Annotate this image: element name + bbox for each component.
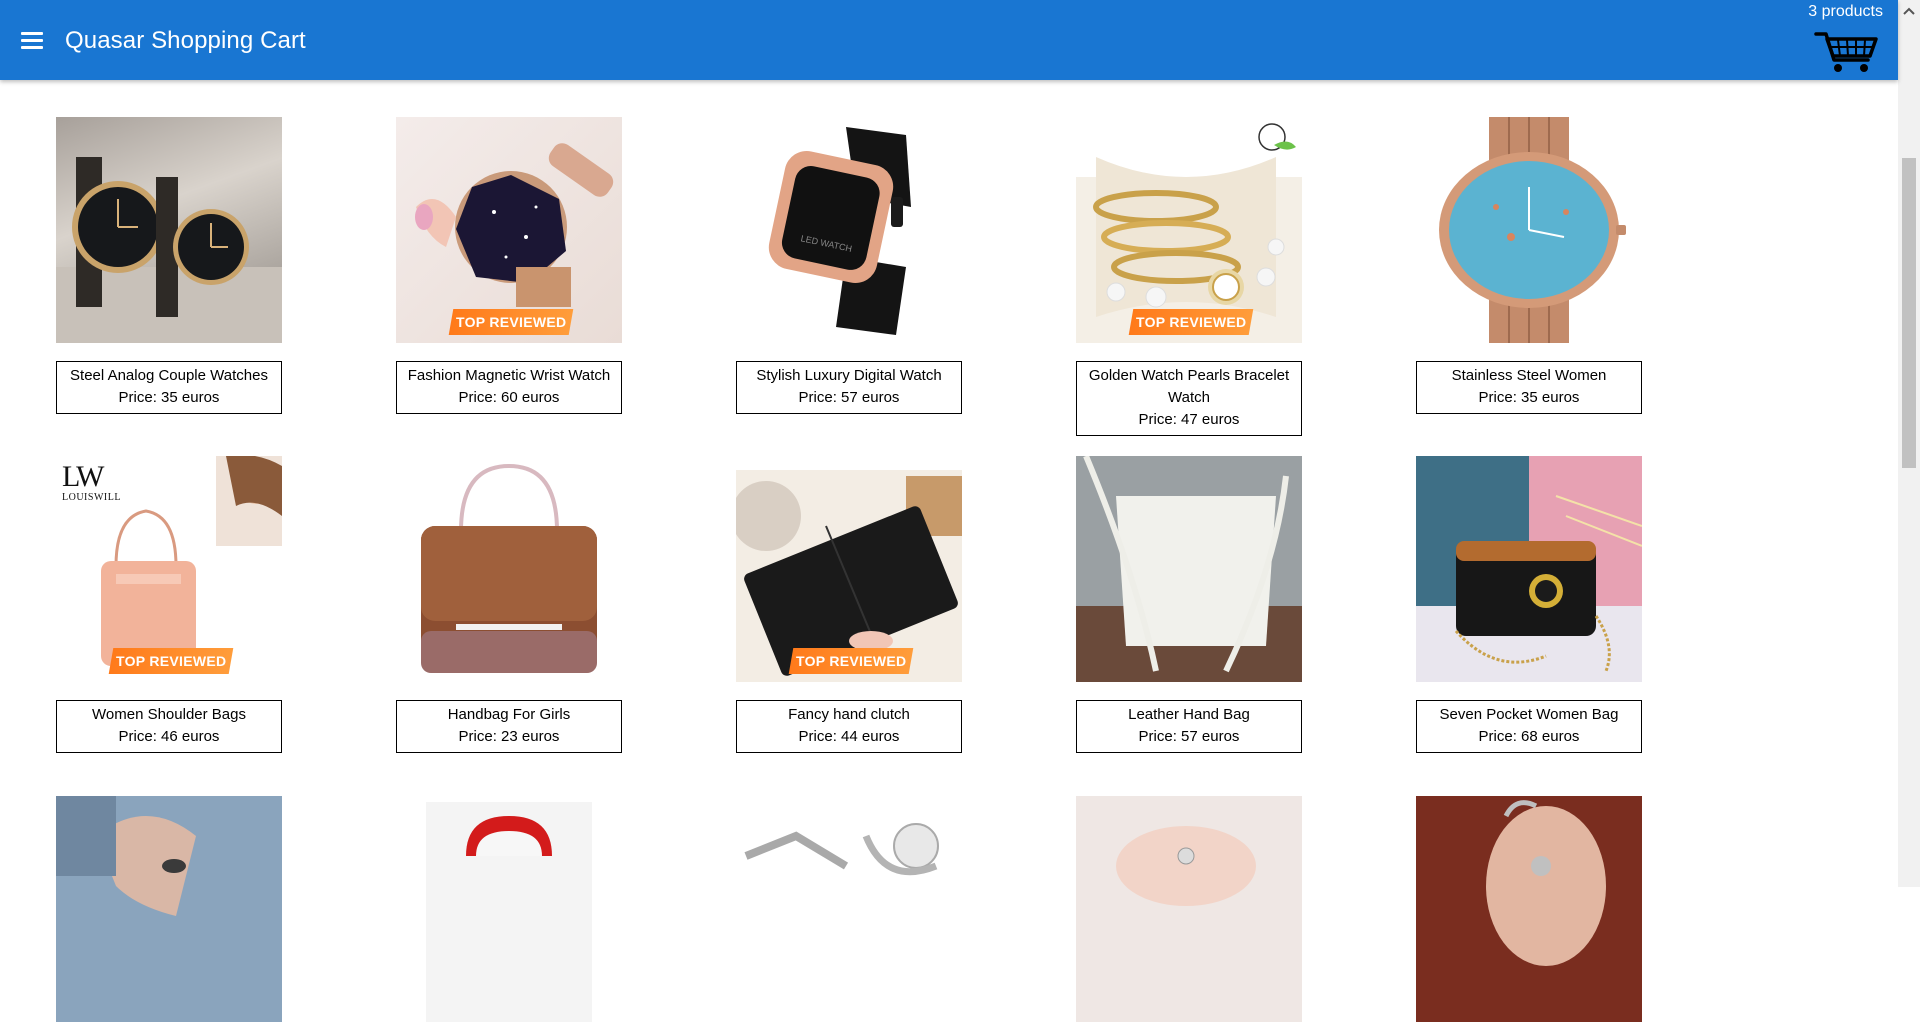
- product-info: Leather Hand Bag Price: 57 euros: [1076, 700, 1302, 753]
- product-image[interactable]: LED WATCH: [736, 117, 962, 343]
- product-name: Seven Pocket Women Bag: [1439, 706, 1619, 723]
- page-scrollbar[interactable]: [1898, 0, 1920, 887]
- product-image[interactable]: LW LOUISWILL TOP REVIEWED: [56, 456, 282, 682]
- product-image[interactable]: TOP REVIEWED: [396, 117, 622, 343]
- product-price: Price: 57 euros: [798, 389, 900, 406]
- product-info: Fancy hand clutch Price: 44 euros: [736, 700, 962, 753]
- product-info: Fashion Magnetic Wrist Watch Price: 60 e…: [396, 361, 622, 414]
- product-price: Price: 57 euros: [1138, 728, 1240, 745]
- product-image[interactable]: [1416, 117, 1642, 343]
- product-info: Seven Pocket Women Bag Price: 68 euros: [1416, 700, 1642, 753]
- top-reviewed-badge: TOP REVIEWED: [108, 648, 234, 674]
- product-price: Price: 47 euros: [1138, 411, 1240, 428]
- product-name: Steel Analog Couple Watches: [70, 367, 268, 384]
- top-reviewed-badge: TOP REVIEWED: [788, 648, 914, 674]
- product-image[interactable]: [736, 796, 962, 1022]
- product-image[interactable]: TOP REVIEWED: [736, 456, 962, 682]
- top-reviewed-badge: TOP REVIEWED: [448, 309, 574, 335]
- product-price: Price: 23 euros: [458, 728, 560, 745]
- product-image[interactable]: [56, 117, 282, 343]
- shopping-cart-icon: [1814, 32, 1878, 72]
- product-image[interactable]: [1076, 796, 1302, 1022]
- scroll-thumb[interactable]: [1902, 158, 1916, 468]
- product-price: Price: 68 euros: [1478, 728, 1580, 745]
- product-image[interactable]: [1416, 796, 1642, 1022]
- product-price: Price: 35 euros: [118, 389, 220, 406]
- product-name: Golden Watch Pearls Bracelet Watch: [1088, 367, 1290, 406]
- product-image[interactable]: [396, 796, 622, 1022]
- top-reviewed-badge: TOP REVIEWED: [1128, 309, 1254, 335]
- product-name: Stainless Steel Women: [1451, 367, 1607, 384]
- product-info: Stylish Luxury Digital Watch Price: 57 e…: [736, 361, 962, 414]
- product-name: Stylish Luxury Digital Watch: [756, 367, 942, 384]
- product-image[interactable]: TOP REVIEWED: [1076, 117, 1302, 343]
- product-image[interactable]: [1416, 456, 1642, 682]
- product-image[interactable]: [56, 796, 282, 1022]
- brand-logo: LW LOUISWILL: [62, 460, 121, 504]
- scroll-up-icon[interactable]: [1903, 6, 1915, 16]
- product-info: Women Shoulder Bags Price: 46 euros: [56, 700, 282, 753]
- app-title: Quasar Shopping Cart: [65, 27, 306, 54]
- product-name: Fashion Magnetic Wrist Watch: [407, 367, 611, 384]
- app-header: Quasar Shopping Cart 3 products: [0, 0, 1898, 80]
- cart-count: 3 products: [1808, 3, 1883, 20]
- menu-button[interactable]: [14, 22, 50, 58]
- product-info: Stainless Steel Women Price: 35 euros: [1416, 361, 1642, 414]
- product-image[interactable]: [396, 456, 622, 682]
- cart-button[interactable]: [1814, 30, 1880, 74]
- product-name: Women Shoulder Bags: [92, 706, 246, 723]
- product-info: Steel Analog Couple Watches Price: 35 eu…: [56, 361, 282, 414]
- product-price: Price: 44 euros: [798, 728, 900, 745]
- product-info: Golden Watch Pearls Bracelet Watch Price…: [1076, 361, 1302, 436]
- product-price: Price: 46 euros: [118, 728, 220, 745]
- product-image[interactable]: [1076, 456, 1302, 682]
- product-price: Price: 60 euros: [458, 389, 560, 406]
- product-name: Handbag For Girls: [447, 706, 571, 723]
- product-name: Leather Hand Bag: [1128, 706, 1250, 723]
- product-name: Fancy hand clutch: [788, 706, 910, 723]
- product-info: Handbag For Girls Price: 23 euros: [396, 700, 622, 753]
- product-price: Price: 35 euros: [1478, 389, 1580, 406]
